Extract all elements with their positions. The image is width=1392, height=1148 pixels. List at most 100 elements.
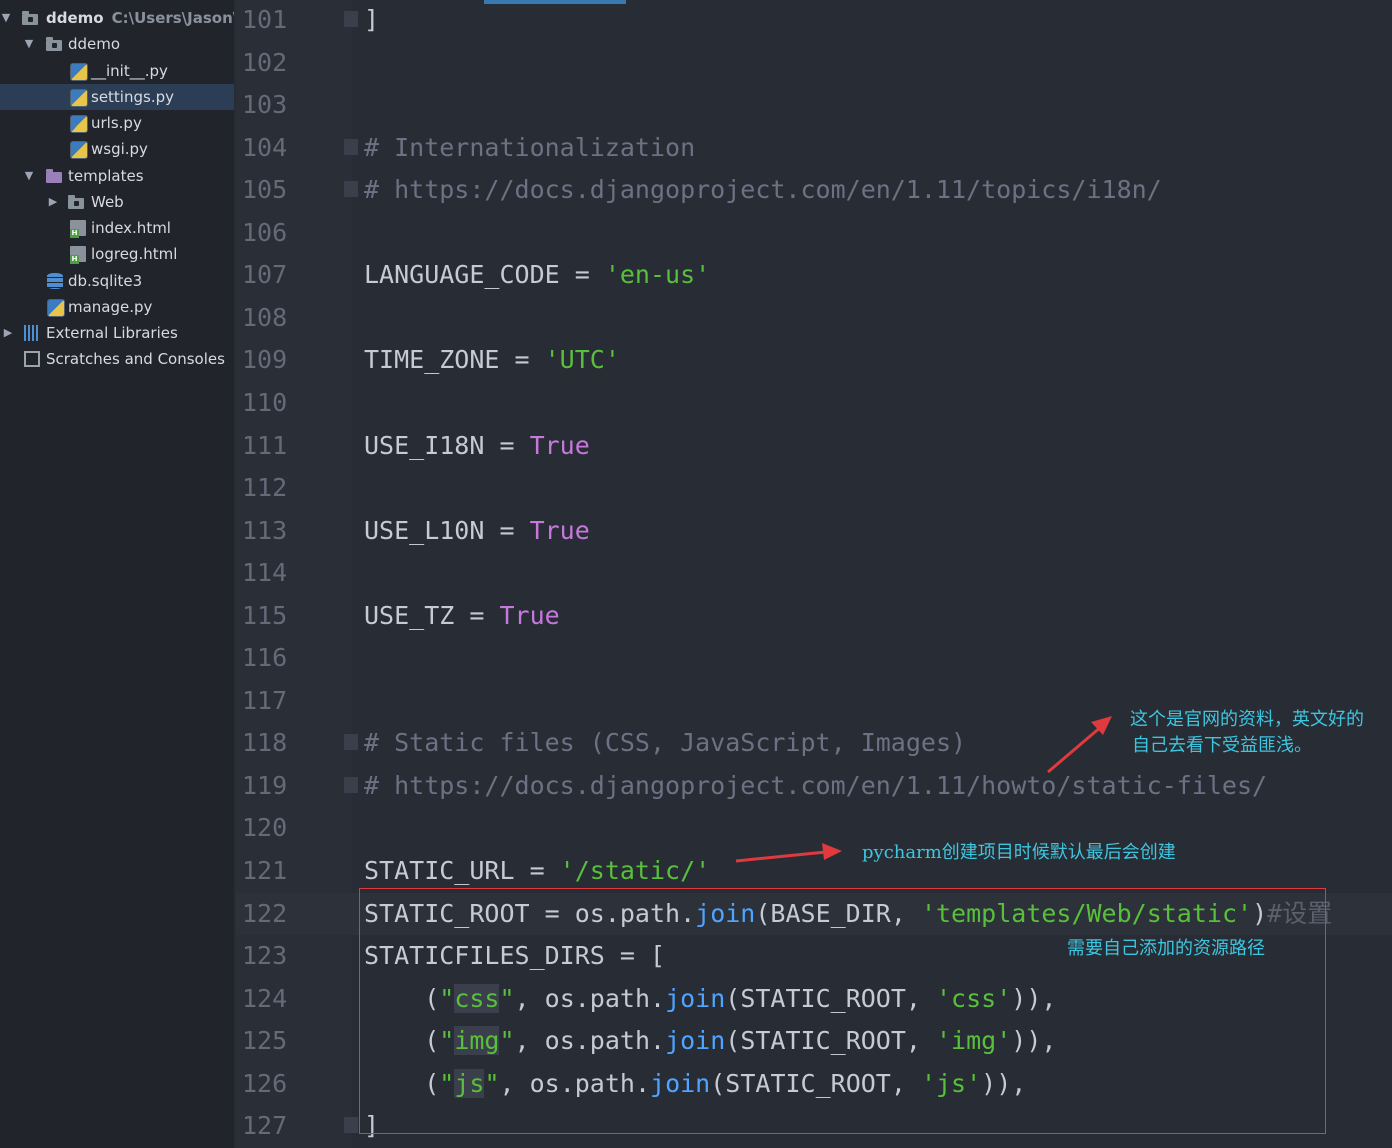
line-number: 125 (242, 1026, 288, 1056)
html-file-icon (70, 220, 86, 238)
line-number: 108 (242, 302, 288, 332)
line-number: 114 (242, 558, 288, 588)
tree-item-web[interactable]: ▶ Web (0, 189, 234, 215)
python-file-icon (70, 115, 88, 133)
code-line[interactable]: 107 LANGUAGE_CODE = 'en-us' (236, 254, 1392, 296)
tree-item-index-html[interactable]: index.html (0, 215, 234, 241)
line-number: 124 (242, 983, 288, 1013)
tree-item-scratches[interactable]: Scratches and Consoles (0, 346, 234, 372)
tree-item-wsgi-py[interactable]: wsgi.py (0, 136, 234, 162)
tree-item-label: db.sqlite3 (68, 272, 143, 290)
chevron-down-icon[interactable]: ▼ (23, 163, 35, 189)
line-number: 113 (242, 515, 288, 545)
fold-marker-icon[interactable] (344, 1117, 358, 1134)
code-text: ] (364, 5, 380, 34)
code-text: STATIC_URL = '/static/' (364, 856, 711, 885)
line-number: 127 (242, 1111, 288, 1141)
code-line[interactable]: 115 USE_TZ = True (236, 595, 1392, 637)
line-number: 111 (242, 430, 288, 460)
library-icon (24, 325, 40, 341)
line-number: 106 (242, 217, 288, 247)
tree-item-manage-py[interactable]: manage.py (0, 294, 234, 320)
python-file-icon (70, 89, 88, 107)
tree-item-init-py[interactable]: __init__.py (0, 58, 234, 84)
resource-path-note: 需要自己添加的资源路径 (1067, 938, 1265, 959)
pycharm-note: pycharm创建项目时候默认最后会创建 (862, 842, 1176, 863)
code-line[interactable]: 108 (236, 297, 1392, 339)
code-line[interactable]: 119 # https://docs.djangoproject.com/en/1… (236, 765, 1392, 807)
line-number: 121 (242, 856, 288, 885)
chevron-right-icon[interactable]: ▶ (47, 189, 59, 215)
code-text: USE_TZ = True (364, 600, 560, 630)
folder-icon (46, 37, 62, 51)
chevron-right-icon[interactable]: ▶ (2, 320, 14, 346)
fold-marker-icon[interactable] (344, 11, 358, 27)
line-number: 120 (242, 813, 288, 843)
code-line[interactable]: 121 STATIC_URL = '/static/' (236, 850, 1392, 892)
folder-icon (22, 11, 38, 25)
tree-item-templates[interactable]: ▼ templates (0, 163, 234, 189)
python-file-icon (70, 141, 88, 159)
code-line[interactable]: 106 (236, 212, 1392, 254)
line-number: 109 (242, 345, 288, 375)
folder-icon (68, 195, 84, 209)
chevron-down-icon[interactable]: ▼ (23, 31, 35, 57)
line-number: 102 (242, 47, 288, 77)
tree-item-logreg-html[interactable]: logreg.html (0, 241, 234, 267)
code-line[interactable]: 111 USE_I18N = True (236, 425, 1392, 467)
line-number: 104 (242, 132, 288, 162)
line-number: 105 (242, 175, 288, 205)
line-number: 126 (242, 1068, 288, 1098)
highlight-box (359, 888, 1326, 1134)
code-line[interactable]: 102 (236, 42, 1392, 84)
line-number: 119 (242, 770, 288, 800)
fold-marker-icon[interactable] (344, 138, 358, 155)
code-line[interactable]: 110 (236, 382, 1392, 424)
tree-item-label: ddemo (68, 35, 121, 53)
code-text: # Static files (CSS, JavaScript, Images) (364, 728, 967, 758)
code-line[interactable]: 116 (236, 637, 1392, 679)
tree-item-label: __init__.py (91, 62, 168, 80)
tree-item-label: logreg.html (91, 245, 178, 263)
code-text: USE_I18N = True (364, 430, 590, 460)
line-number: 117 (242, 685, 288, 715)
tree-item-label: index.html (91, 219, 171, 237)
line-number: 123 (242, 941, 288, 971)
tree-item-ddemo-root[interactable]: ▼ ddemo C:\Users\Jason\dd (0, 5, 234, 31)
chevron-down-icon[interactable]: ▼ (0, 5, 12, 31)
code-line[interactable]: 103 (236, 84, 1392, 126)
code-line[interactable]: 105 # https://docs.djangoproject.com/en/1… (236, 169, 1392, 211)
tree-item-label: External Libraries (46, 324, 178, 342)
line-number: 107 (242, 260, 288, 290)
line-number: 115 (242, 600, 288, 630)
code-line[interactable]: 120 (236, 807, 1392, 849)
scratches-icon (24, 351, 40, 367)
code-line[interactable]: 109 TIME_ZONE = 'UTC' (236, 339, 1392, 381)
tree-item-ddemo-package[interactable]: ▼ ddemo (0, 31, 234, 57)
fold-marker-icon[interactable] (344, 181, 358, 198)
tree-item-db-sqlite3[interactable]: db.sqlite3 (0, 268, 234, 294)
python-file-icon (47, 299, 65, 317)
line-number: 122 (242, 898, 288, 928)
python-file-icon (70, 63, 88, 81)
code-text: USE_L10N = True (364, 515, 590, 545)
line-number: 112 (242, 473, 288, 503)
tree-item-label: settings.py (91, 88, 174, 106)
fold-marker-icon[interactable] (344, 776, 358, 793)
tree-item-external-libraries[interactable]: ▶ External Libraries (0, 320, 234, 346)
project-path: C:\Users\Jason\dd (111, 9, 234, 27)
fold-marker-icon[interactable] (344, 734, 358, 751)
tree-item-label: templates (68, 167, 144, 185)
html-file-icon (70, 246, 86, 264)
tree-item-label: wsgi.py (91, 140, 148, 158)
tree-item-label: manage.py (68, 298, 153, 316)
code-line[interactable]: 112 (236, 467, 1392, 509)
code-line[interactable]: 114 (236, 552, 1392, 594)
tree-item-urls-py[interactable]: urls.py (0, 110, 234, 136)
tree-item-settings-py[interactable]: settings.py (0, 84, 234, 110)
code-text: LANGUAGE_CODE = 'en-us' (364, 260, 711, 290)
tree-item-label: ddemo (46, 9, 104, 27)
code-line[interactable]: 113 USE_L10N = True (236, 510, 1392, 552)
code-line[interactable]: 101] (236, 0, 1392, 41)
code-line[interactable]: 104 # Internationalization (236, 127, 1392, 169)
